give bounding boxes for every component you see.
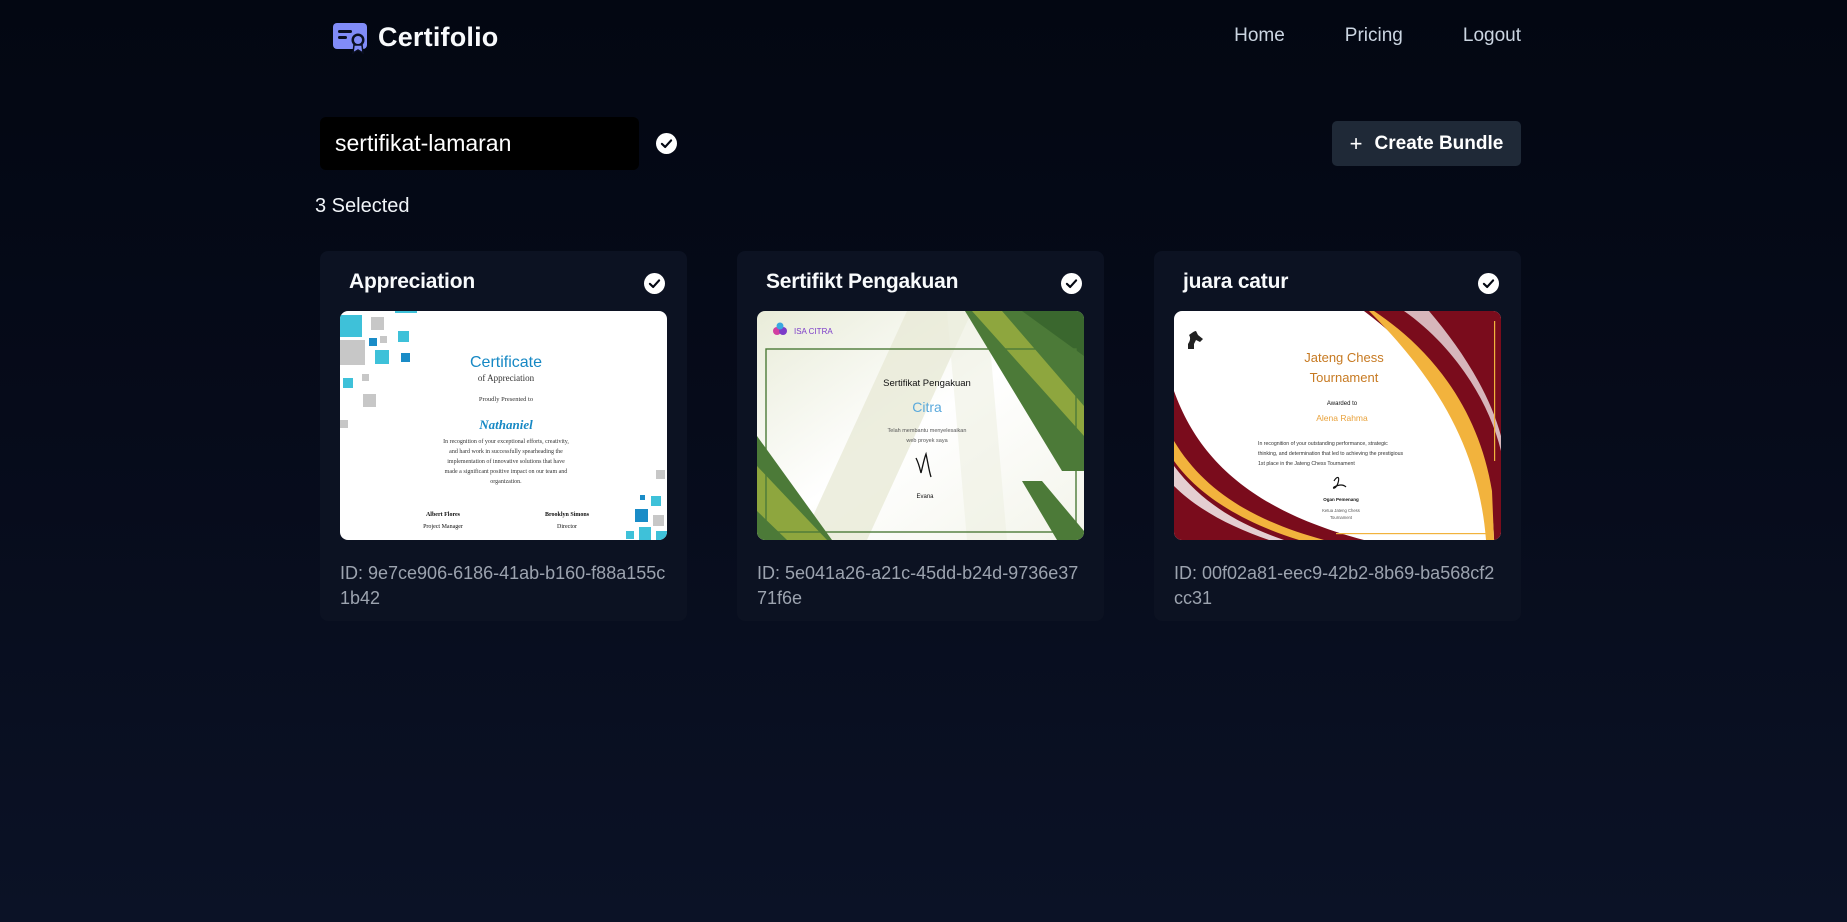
- certificate-id: ID: 9e7ce906-6186-41ab-b160-f88a155c1b42: [340, 563, 666, 608]
- preview-heading: Sertifikat Pengakuan: [883, 378, 971, 389]
- svg-text:Project Manager: Project Manager: [423, 524, 463, 530]
- card-title: juara catur: [1183, 270, 1289, 293]
- certificate-card[interactable]: juara catur Jateng Chess Tournament Awar…: [1154, 251, 1521, 621]
- certificate-card[interactable]: Sertifikt Pengakuan ISA CITRA Sertifikat…: [737, 251, 1104, 621]
- svg-text:implementation of innovative s: implementation of innovative solutions t…: [447, 458, 565, 465]
- plus-icon: +: [1349, 130, 1363, 156]
- page: Certifolio Home Pricing Logout + Create …: [315, 0, 1521, 922]
- preview-presented: Proudly Presented to: [479, 396, 533, 403]
- svg-text:In recognition of your excepti: In recognition of your exceptional effor…: [443, 438, 569, 445]
- certificate-preview: Jateng Chess Tournament Awarded to Alena…: [1174, 311, 1501, 540]
- preview-signer: Evana: [916, 494, 934, 500]
- preview-heading-2: Tournament: [1310, 370, 1379, 385]
- svg-text:made a significant positive im: made a significant positive impact on ou…: [445, 468, 568, 475]
- certificate-preview: ISA CITRA Sertifikat Pengakuan Citra Tel…: [757, 311, 1084, 540]
- preview-recipient: Nathaniel: [478, 417, 533, 432]
- svg-text:1st place in the Jateng Chess: 1st place in the Jateng Chess Tournament: [1258, 461, 1355, 467]
- svg-text:In recognition of your outstan: In recognition of your outstanding perfo…: [1258, 441, 1388, 447]
- svg-text:Director: Director: [557, 524, 577, 530]
- selected-count: 3 Selected: [315, 195, 410, 217]
- nav-home-link[interactable]: Home: [1234, 25, 1285, 47]
- selected-check-icon[interactable]: [644, 273, 665, 294]
- create-bundle-button[interactable]: + Create Bundle: [1332, 121, 1521, 166]
- certificate-image: ISA CITRA Sertifikat Pengakuan Citra Tel…: [757, 311, 1084, 540]
- svg-text:Tournament: Tournament: [1330, 515, 1353, 520]
- certificate-preview: Certificate of Appreciation Proudly Pres…: [340, 311, 667, 540]
- preview-signer: Ogan Pemenang: [1323, 497, 1359, 502]
- preview-awarded: Awarded to: [1327, 401, 1358, 407]
- nav-logout-link[interactable]: Logout: [1463, 25, 1521, 47]
- bundle-name-input[interactable]: [320, 117, 639, 170]
- brand[interactable]: Certifolio: [332, 20, 499, 54]
- certificate-card[interactable]: Appreciation Certificate of Appreciation…: [320, 251, 687, 621]
- preview-heading: Jateng Chess: [1304, 350, 1384, 365]
- svg-text:and hard work in successfully: and hard work in successfully spearheadi…: [449, 448, 563, 455]
- nav-pricing-link[interactable]: Pricing: [1345, 25, 1403, 47]
- preview-org: ISA CITRA: [794, 327, 833, 336]
- create-bundle-label: Create Bundle: [1374, 132, 1504, 154]
- svg-text:Ketua Jateng Chess: Ketua Jateng Chess: [1322, 508, 1360, 513]
- preview-recipient: Alena Rahma: [1316, 413, 1368, 423]
- preview-subheading: of Appreciation: [478, 373, 535, 383]
- svg-text:Albert Flores: Albert Flores: [426, 512, 461, 518]
- card-title: Appreciation: [349, 270, 475, 293]
- svg-text:organization.: organization.: [490, 479, 522, 485]
- certificate-icon: [333, 23, 367, 54]
- certificate-image: Jateng Chess Tournament Awarded to Alena…: [1174, 311, 1501, 540]
- certificate-id: ID: 5e041a26-a21c-45dd-b24d-9736e3771f6e: [757, 563, 1079, 608]
- card-title: Sertifikt Pengakuan: [766, 270, 959, 293]
- svg-text:Brooklyn Simons: Brooklyn Simons: [545, 512, 590, 518]
- certificate-image: Certificate of Appreciation Proudly Pres…: [340, 311, 667, 540]
- selected-check-icon[interactable]: [1061, 273, 1082, 294]
- preview-heading: Certificate: [470, 354, 542, 371]
- main-nav: Home Pricing Logout: [1234, 25, 1521, 47]
- svg-text:thinking, and determination th: thinking, and determination that led to …: [1258, 451, 1403, 457]
- certificate-grid: Appreciation Certificate of Appreciation…: [320, 251, 1521, 621]
- brand-name: Certifolio: [378, 21, 499, 52]
- top-nav: Certifolio Home Pricing Logout: [315, 0, 1521, 75]
- svg-text:web proyek saya: web proyek saya: [905, 438, 948, 444]
- svg-text:Telah membantu menyelesaikan: Telah membantu menyelesaikan: [888, 428, 967, 434]
- certificate-id: ID: 00f02a81-eec9-42b2-8b69-ba568cf2cc31: [1174, 563, 1495, 608]
- preview-recipient: Citra: [912, 399, 942, 415]
- confirm-check-icon[interactable]: [656, 133, 677, 154]
- selected-check-icon[interactable]: [1478, 273, 1499, 294]
